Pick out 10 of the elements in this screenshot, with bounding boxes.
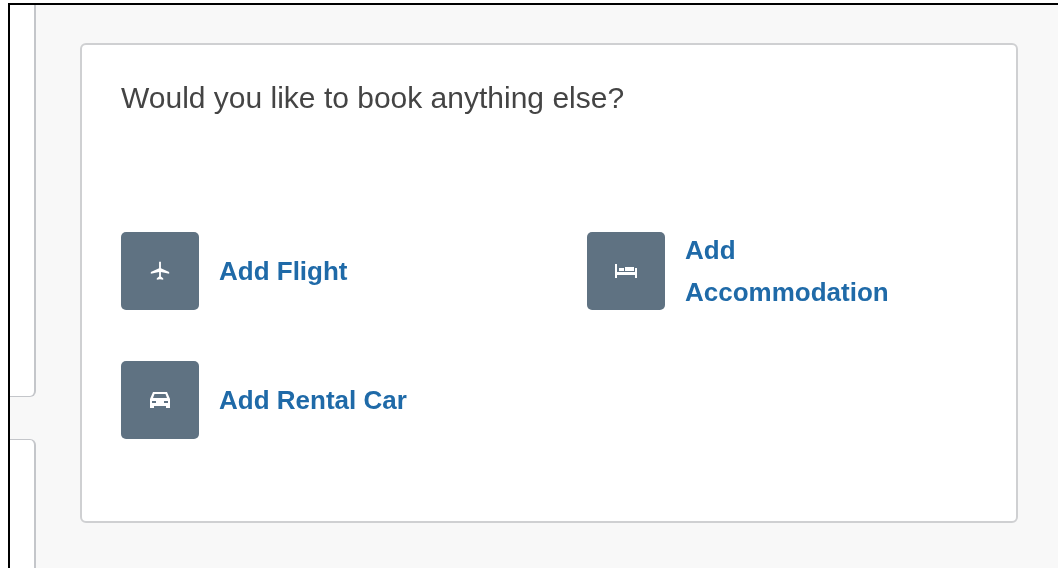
option-label[interactable]: Add Accommodation xyxy=(685,229,937,313)
bed-icon xyxy=(614,262,638,280)
option-label[interactable]: Add Flight xyxy=(219,250,479,292)
add-option-link[interactable]: Add Accommodation xyxy=(587,229,937,313)
add-option-link[interactable]: Add Rental Car xyxy=(121,361,587,439)
add-option-link[interactable]: Add Flight xyxy=(121,229,587,313)
option-label[interactable]: Add Rental Car xyxy=(219,379,479,421)
card-heading: Would you like to book anything else? xyxy=(121,80,626,116)
car-icon xyxy=(148,390,172,410)
airplane-icon xyxy=(149,260,171,282)
